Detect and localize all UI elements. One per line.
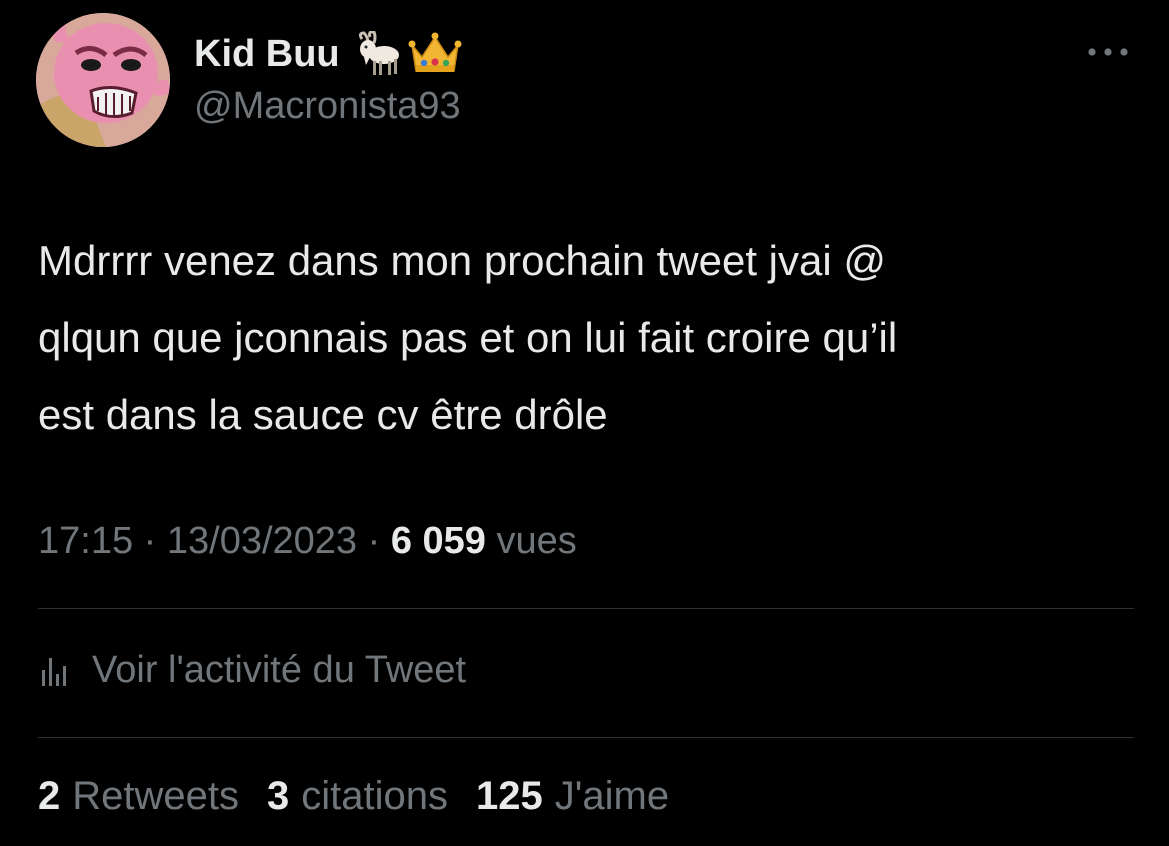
view-tweet-activity-link[interactable]: Voir l'activité du Tweet: [38, 646, 466, 694]
likes-label: J'aime: [554, 774, 670, 818]
tweet-date[interactable]: 13/03/2023: [167, 520, 357, 563]
tweet-meta: 17:15 · 13/03/2023 · 6 059 vues: [38, 520, 577, 563]
kid-buu-avatar-image: [36, 13, 170, 147]
likes-stat[interactable]: 125 J'aime: [476, 774, 669, 819]
meta-separator: ·: [143, 520, 157, 562]
author-display-name[interactable]: Kid Buu: [194, 33, 340, 76]
tweet-stats: 2 Retweets 3 citations 125 J'aime: [38, 774, 697, 819]
retweets-stat[interactable]: 2 Retweets: [38, 774, 239, 819]
likes-count: 125: [476, 774, 543, 818]
retweets-label: Retweets: [72, 774, 239, 818]
crown-emoji-icon: [408, 31, 462, 77]
quotes-stat[interactable]: 3 citations: [267, 774, 448, 819]
more-dots-icon: [1088, 48, 1128, 56]
quotes-label: citations: [301, 774, 448, 818]
author-handle[interactable]: @Macronista93: [194, 85, 461, 128]
author-name-row[interactable]: Kid Buu: [194, 30, 462, 78]
views-count: 6 059: [390, 520, 486, 562]
divider: [38, 608, 1134, 609]
view-activity-label: Voir l'activité du Tweet: [92, 648, 467, 691]
goat-emoji-icon: [354, 31, 402, 77]
tweet-time[interactable]: 17:15: [38, 520, 133, 563]
analytics-bars-icon: [38, 652, 74, 688]
divider: [38, 737, 1134, 738]
avatar[interactable]: [36, 13, 170, 147]
retweets-count: 2: [38, 774, 61, 818]
quotes-count: 3: [267, 774, 290, 818]
views-label: vues: [496, 520, 577, 562]
meta-separator: ·: [367, 520, 381, 562]
more-options-button[interactable]: [1082, 38, 1134, 66]
tweet-text: Mdrrrr venez dans mon prochain tweet jva…: [38, 237, 898, 438]
